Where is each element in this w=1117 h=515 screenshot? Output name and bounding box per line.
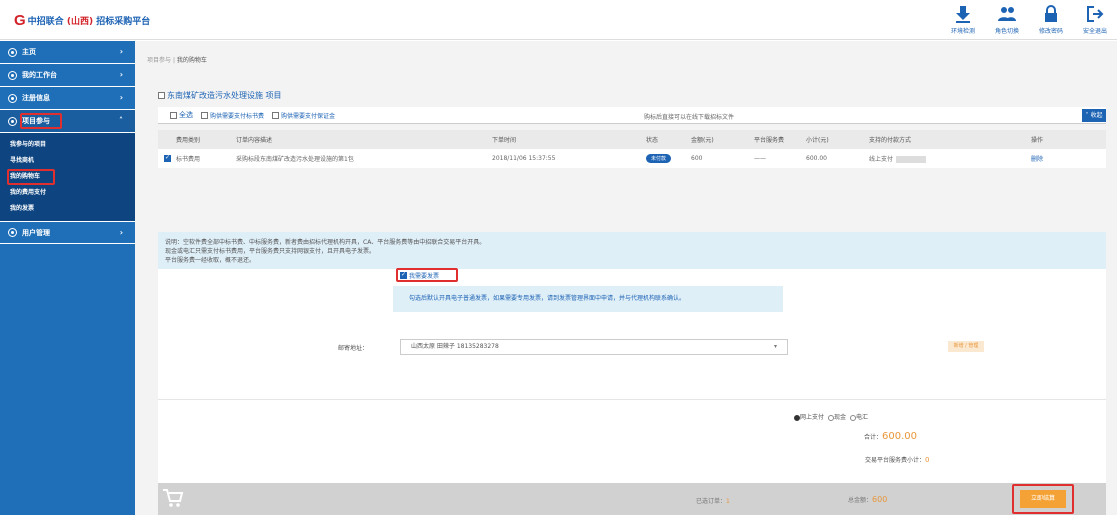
cell-payment: 线上支付 [869, 149, 1031, 168]
sidebar-subitem-my-invoices[interactable]: 我的发票 [0, 201, 135, 217]
sidebar-subitem-fee-payment[interactable]: 我的费用支付 [0, 185, 135, 201]
delete-link[interactable]: 删除 [1031, 156, 1043, 163]
change-password-button[interactable]: 修改密码 [1029, 4, 1073, 35]
chevron-up-icon: ˄ [1085, 112, 1089, 119]
address-select[interactable]: 山西太原 田辣子 18135283278 ▾ [400, 339, 788, 355]
filter-option-deposit[interactable]: 购供需要支付保证金 [272, 111, 335, 120]
circle-icon [8, 70, 17, 80]
circle-icon [8, 93, 17, 103]
project-title: 东南煤矿改造污水处理设施 项目 [158, 90, 282, 101]
column-header: 小计(元) [806, 130, 869, 149]
sidebar-item-home[interactable]: 主页 › [0, 41, 135, 64]
cell-amount: 600 [691, 155, 703, 162]
chevron-up-icon: ˄ [119, 116, 123, 125]
payment-notice: 说明：空软件费全部中标书费、中标服务费，新者费由招标代理机构开具，CA、平台服务… [158, 232, 1106, 269]
column-header: 平台服务费 [754, 130, 806, 149]
download-note: 购标后直接可以在线下载招标文件 [644, 114, 735, 121]
breadcrumb-current: 我的购物车 [176, 57, 207, 64]
logout-button[interactable]: 安全退出 [1073, 4, 1117, 35]
column-header: 下单时间 [492, 130, 646, 149]
breadcrumb: 项目参与 | 我的购物车 [147, 57, 207, 64]
chevron-right-icon: › [119, 47, 123, 56]
sidebar-item-project-participation[interactable]: 项目参与 ˄ [0, 110, 135, 133]
platform-logo[interactable]: G 中招联合 (山西) 招标采购平台 [14, 12, 150, 29]
role-switch-button[interactable]: 角色切换 [985, 4, 1029, 35]
sidebar-subitem-my-cart[interactable]: 我的购物车 [0, 169, 135, 185]
column-header: 操作 [1031, 130, 1106, 149]
sum-amount: 总金额：600 [848, 495, 888, 504]
blurred-info [896, 156, 927, 163]
sidebar-subitem-my-projects[interactable]: 我参与的项目 [0, 137, 135, 153]
circle-icon [8, 47, 17, 57]
filter-checkbox[interactable] [201, 111, 208, 119]
chevron-right-icon: › [119, 228, 123, 237]
payment-option-wire[interactable]: 电汇 [850, 412, 868, 421]
main-content: 项目参与 | 我的购物车 东南煤矿改造污水处理设施 项目 全选 购供需要支付标书… [135, 41, 1117, 515]
cell-time: 2018/11/06 15:37:55 [492, 155, 556, 162]
cell-description: 采购标段东南煤矿改造污水处理设施的第1包 [236, 156, 354, 163]
column-header: 状态 [646, 130, 691, 149]
users-icon [998, 7, 1016, 21]
logout-icon [1087, 6, 1104, 22]
sidebar-item-workbench[interactable]: 我的工作台 › [0, 64, 135, 87]
selection-bar: 全选 购供需要支付标书费 购供需要支付保证金 购标后直接可以在线下载招标文件 ˄… [158, 107, 1106, 124]
orders-table: 费用类别 订单内容描述 下单时间 状态 金额(元) 平台服务费 小计(元) 支持… [158, 130, 1106, 168]
payment-option-cash[interactable]: 现金 [828, 412, 846, 421]
circle-icon [8, 228, 17, 237]
download-icon [956, 6, 970, 23]
checkout-bar: 已选订单：1 总金额：600 立即结算 [158, 483, 1106, 515]
checkout-button[interactable]: 立即结算 [1020, 490, 1066, 508]
invoice-section: 我需要发票 勾选后默认开具电子普通发票，如果需要专用发票，请到发票管理界面中申请… [158, 268, 1106, 399]
address-label: 邮寄地址： [338, 345, 369, 352]
cell-subtotal: 600.00 [806, 155, 827, 162]
payment-methods: 网上支付 现金 电汇 [794, 412, 868, 421]
sidebar-item-registration[interactable]: 注册信息 › [0, 87, 135, 110]
manage-address-button[interactable]: 新增 / 管理 [948, 341, 984, 352]
cell-service-fee: —— [754, 155, 766, 162]
select-all-checkbox[interactable] [170, 111, 177, 119]
project-checkbox[interactable] [158, 92, 165, 99]
column-header: 支持的付款方式 [869, 130, 1031, 149]
table-header-row: 费用类别 订单内容描述 下单时间 状态 金额(元) 平台服务费 小计(元) 支持… [158, 130, 1106, 149]
caret-down-icon: ▾ [773, 343, 777, 350]
status-badge: 未付款 [646, 154, 672, 163]
circle-icon [8, 116, 17, 126]
sidebar-submenu: 我参与的项目 寻找商机 我的购物车 我的费用支付 我的发票 [0, 133, 135, 221]
lock-icon [1045, 5, 1057, 22]
env-check-button[interactable]: 环境检测 [941, 4, 985, 35]
logo-mark: G [14, 12, 26, 29]
payment-section: 网上支付 现金 电汇 合计：600.00 交易平台服务费小计：0 [158, 399, 1106, 483]
sidebar-subitem-find-opportunities[interactable]: 寻找商机 [0, 153, 135, 169]
service-fee-subtotal: 交易平台服务费小计：0 [865, 456, 930, 464]
payment-option-online[interactable]: 网上支付 [794, 412, 824, 421]
sidebar: 主页 › 我的工作台 › 注册信息 › 项目参与 ˄ 我参与的项目 寻找商机 我… [0, 41, 135, 515]
app-header: G 中招联合 (山西) 招标采购平台 环境检测 角色切换 修改密码 安全退出 [0, 0, 1117, 40]
column-header: 金额(元) [691, 130, 754, 149]
breadcrumb-parent[interactable]: 项目参与 [147, 57, 171, 64]
selected-orders: 已选订单：1 [696, 498, 730, 505]
chevron-right-icon: › [119, 70, 123, 79]
filter-checkbox[interactable] [272, 111, 280, 119]
filter-option-doc-fee[interactable]: 购供需要支付标书费 [201, 111, 264, 120]
logo-text: 中招联合 (山西) 招标采购平台 [27, 17, 151, 27]
collapse-button[interactable]: ˄ 收起 [1082, 109, 1106, 122]
need-invoice-checkbox[interactable] [400, 271, 407, 279]
table-row: 标书费用 采购标段东南煤矿改造污水处理设施的第1包 2018/11/06 15:… [158, 149, 1106, 168]
invoice-tip: 勾选后默认开具电子普通发票，如果需要专用发票，请到发票管理界面中申请，并与代理机… [393, 286, 783, 312]
need-invoice-option[interactable]: 我需要发票 [396, 268, 458, 282]
order-panel: 全选 购供需要支付标书费 购供需要支付保证金 购标后直接可以在线下载招标文件 ˄… [158, 107, 1106, 168]
total-amount: 合计：600.00 [864, 431, 918, 442]
cell-category: 标书费用 [176, 156, 201, 163]
cart-icon [163, 489, 184, 507]
header-tools: 环境检测 角色切换 修改密码 安全退出 [941, 4, 1117, 35]
row-checkbox[interactable] [164, 154, 171, 162]
column-header: 费用类别 [176, 130, 236, 149]
chevron-right-icon: › [119, 93, 123, 102]
sidebar-item-user-management[interactable]: 用户管理 › [0, 221, 135, 244]
column-header: 订单内容描述 [236, 130, 492, 149]
select-all-option[interactable]: 全选 [170, 110, 193, 120]
